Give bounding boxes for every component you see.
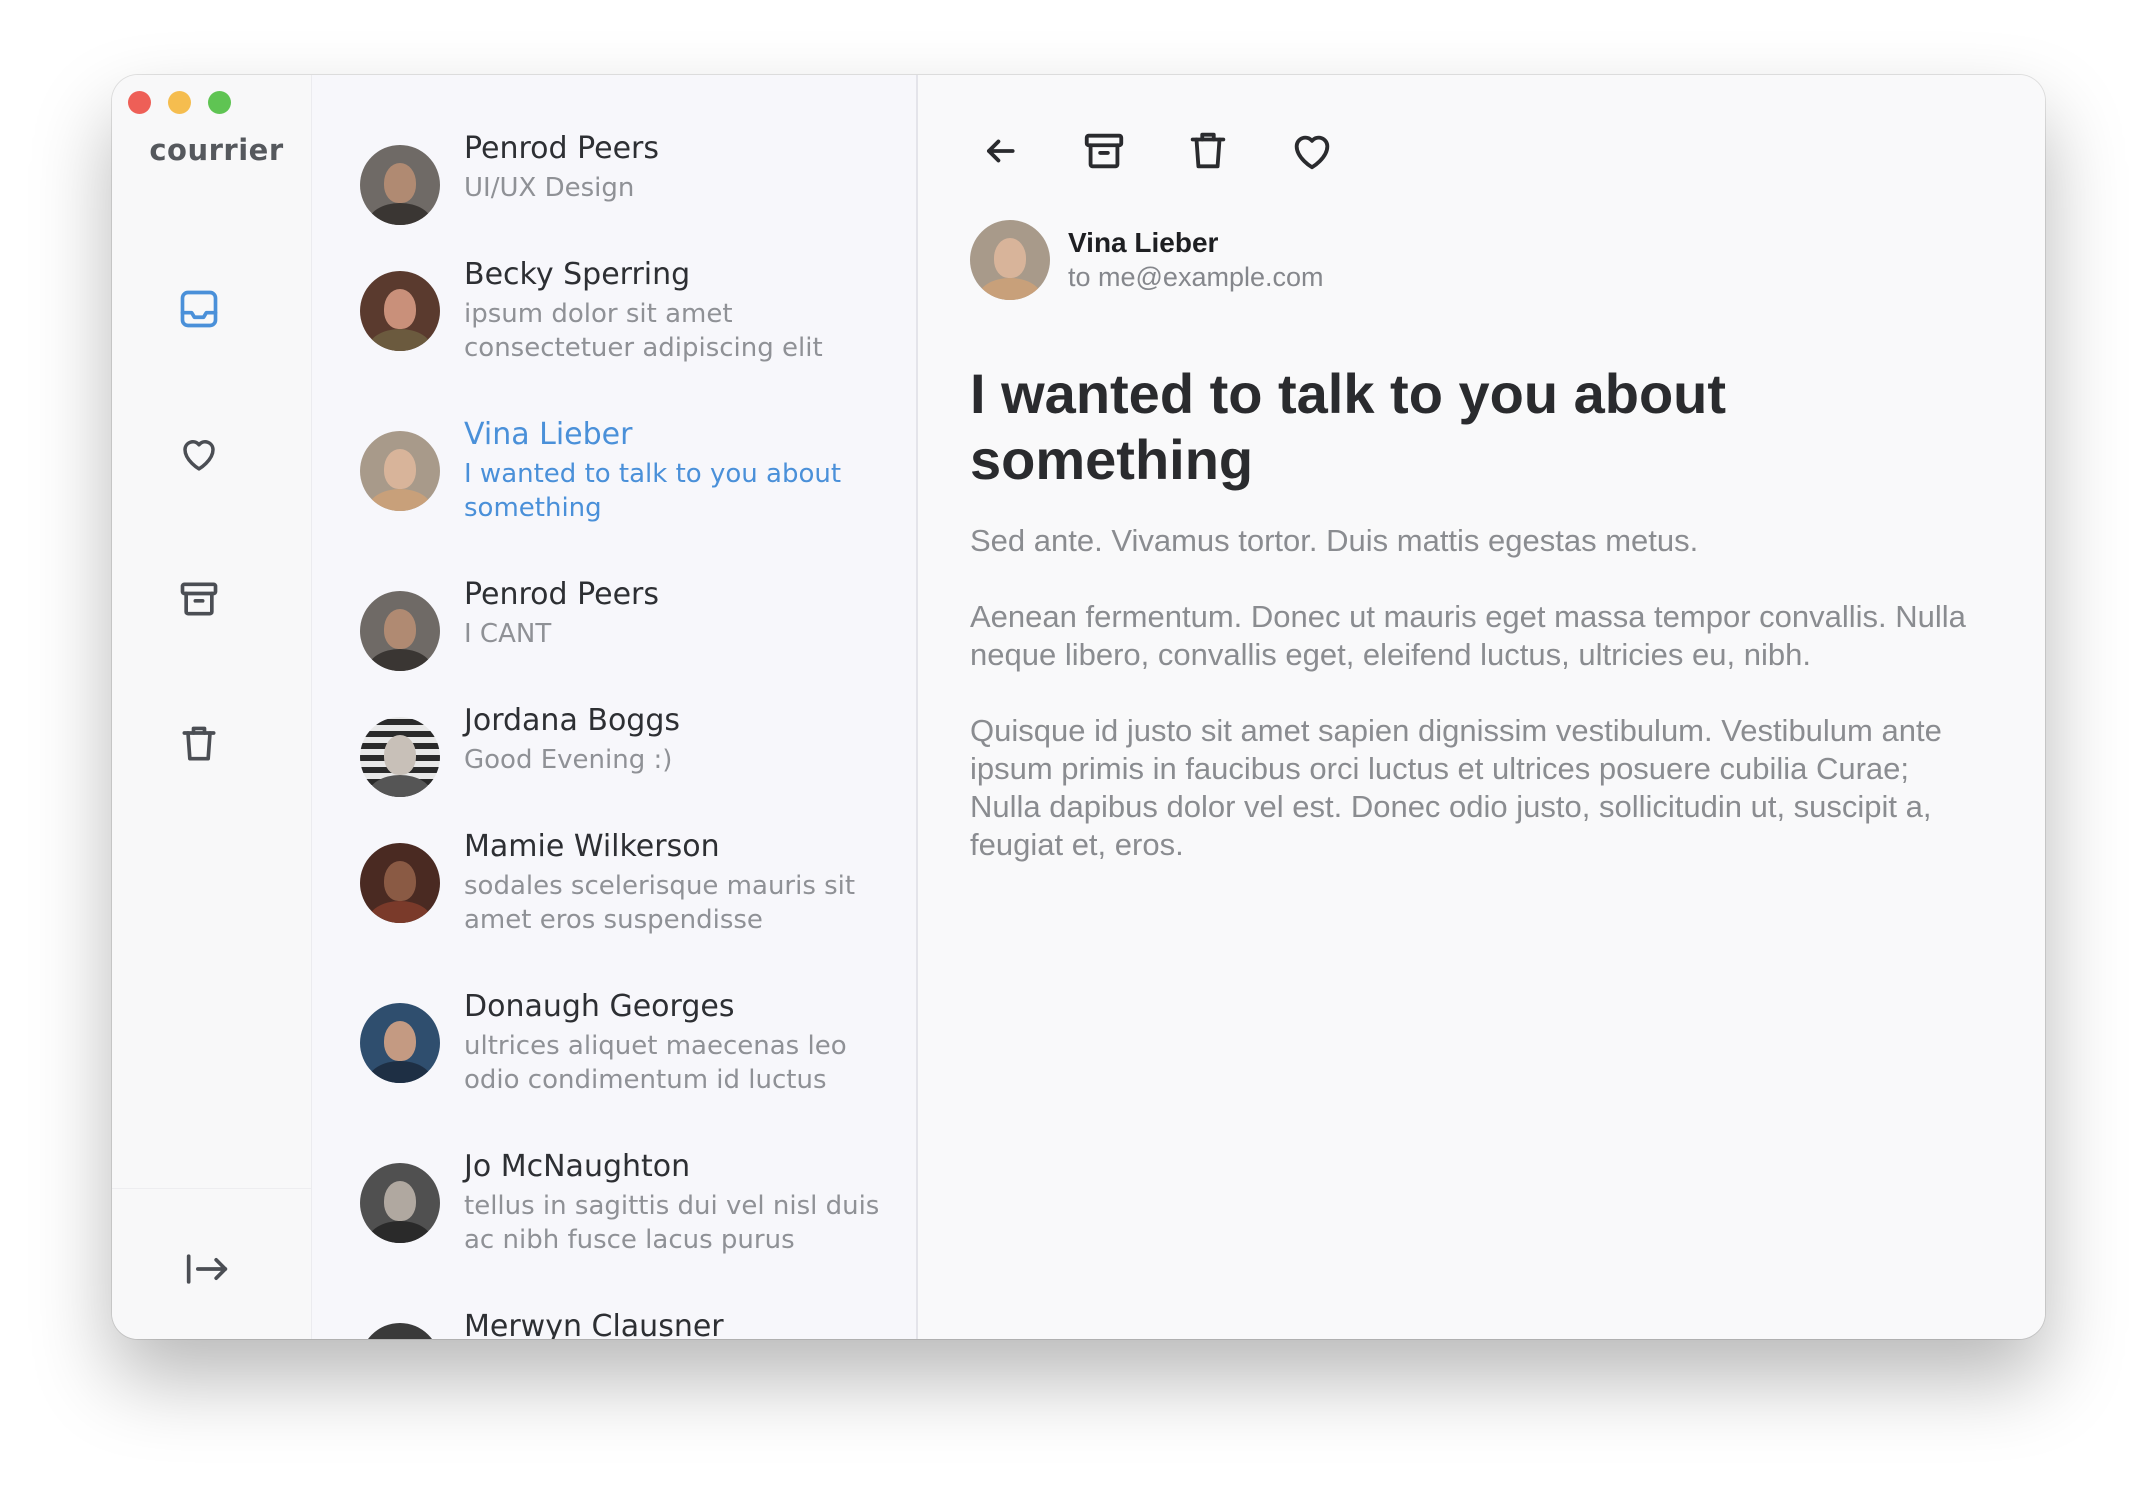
message-preview: I wanted to talk to you about something: [464, 459, 842, 523]
nav-trash-button[interactable]: [169, 714, 229, 774]
message-preview: Good Evening :): [464, 745, 673, 775]
archive-button[interactable]: [1074, 121, 1134, 181]
message-toolbar: [970, 121, 1342, 181]
recipient-line: to me@example.com: [1068, 262, 1324, 292]
heart-icon: [183, 440, 215, 471]
rail-divider: [112, 1188, 311, 1189]
zoom-window-button[interactable]: [208, 91, 231, 114]
logout-button[interactable]: [177, 1239, 237, 1299]
back-button[interactable]: [970, 121, 1030, 181]
avatar: [360, 145, 440, 225]
nav-rail: courrier: [112, 75, 312, 1339]
avatar: [360, 1163, 440, 1243]
message-sender: Penrod Peers: [464, 577, 659, 612]
message-preview: UI/UX Design: [464, 173, 635, 203]
message-sender: Jordana Boggs: [464, 703, 681, 738]
delete-button[interactable]: [1178, 121, 1238, 181]
message-sender: Donaugh Georges: [464, 989, 735, 1024]
message-item[interactable]: Jordana Boggs Good Evening :): [360, 699, 880, 797]
message-item-selected[interactable]: Vina Lieber I wanted to talk to you abou…: [360, 413, 880, 525]
archive-icon: [180, 582, 218, 616]
message-preview: I CANT: [464, 619, 552, 649]
message-item[interactable]: Mamie Wilkerson sodales scelerisque maur…: [360, 825, 880, 937]
body-paragraph: Quisque id justo sit amet sapien digniss…: [970, 713, 1942, 862]
avatar: [360, 271, 440, 351]
message-item[interactable]: Penrod Peers I CANT: [360, 573, 880, 671]
heart-icon: [1294, 135, 1330, 170]
archive-icon: [1084, 133, 1124, 169]
message-list: Penrod Peers UI/UX Design Becky Sperring…: [312, 75, 918, 1339]
app-window: courrier Penrod Peers UI/UX Design Becky…: [112, 75, 2045, 1339]
back-arrow-icon: [987, 139, 1015, 163]
close-window-button[interactable]: [128, 91, 151, 114]
sender-name: Vina Lieber: [1068, 227, 1219, 258]
avatar: [360, 591, 440, 671]
nav-favorites-button[interactable]: [169, 424, 229, 484]
trash-icon: [1190, 132, 1226, 169]
message-item[interactable]: Donaugh Georges ultrices aliquet maecena…: [360, 985, 880, 1097]
nav-inbox-button[interactable]: [169, 279, 229, 339]
message-item[interactable]: Becky Sperring ipsum dolor sit amet cons…: [360, 253, 880, 365]
message-sender: Merwyn Clausner: [464, 1309, 724, 1339]
message-sender: Becky Sperring: [464, 257, 691, 292]
message-item[interactable]: Merwyn Clausner: [360, 1305, 880, 1339]
message-body: Sed ante. Vivamus tortor. Duis mattis eg…: [970, 522, 1980, 902]
avatar: [360, 843, 440, 923]
logout-icon: [186, 1254, 228, 1284]
sender-avatar: [970, 220, 1050, 300]
message-sender: Jo McNaughton: [464, 1149, 691, 1184]
favorite-button[interactable]: [1282, 121, 1342, 181]
body-paragraph: Aenean fermentum. Donec ut mauris eget m…: [970, 599, 1966, 672]
message-sender: Penrod Peers: [464, 131, 659, 166]
inbox-icon: [180, 290, 218, 328]
avatar: [360, 1323, 440, 1339]
message-preview: tellus in sagittis dui vel nisl duis ac …: [464, 1191, 880, 1255]
message-sender: Vina Lieber: [464, 417, 633, 452]
message-sender: Mamie Wilkerson: [464, 829, 720, 864]
message-subject: I wanted to talk to you about something: [970, 362, 1726, 491]
avatar: [360, 717, 440, 797]
trash-icon: [182, 726, 216, 761]
nav-archive-button[interactable]: [169, 569, 229, 629]
message-item[interactable]: Penrod Peers UI/UX Design: [360, 127, 880, 225]
sender-block: Vina Lieber to me@example.com: [970, 220, 1324, 300]
minimize-window-button[interactable]: [168, 91, 191, 114]
message-preview: ipsum dolor sit amet consectetuer adipis…: [464, 299, 823, 363]
message-preview: ultrices aliquet maecenas leo odio condi…: [464, 1031, 847, 1095]
avatar: [360, 431, 440, 511]
app-logo: courrier: [149, 133, 284, 167]
message-item[interactable]: Jo McNaughton tellus in sagittis dui vel…: [360, 1145, 880, 1257]
message-preview: sodales scelerisque mauris sit amet eros…: [464, 871, 856, 935]
reading-pane: Vina Lieber to me@example.com I wanted t…: [918, 75, 2045, 1339]
body-paragraph: Sed ante. Vivamus tortor. Duis mattis eg…: [970, 523, 1699, 558]
avatar: [360, 1003, 440, 1083]
window-controls: [128, 91, 231, 114]
